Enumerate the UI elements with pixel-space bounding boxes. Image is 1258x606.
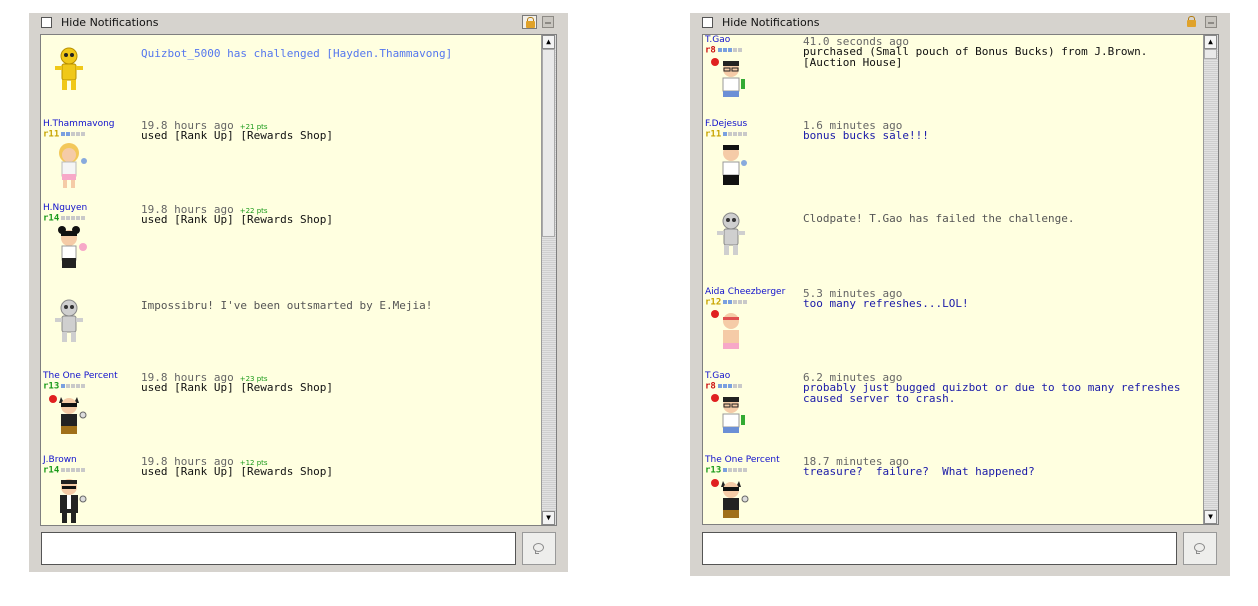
send-button[interactable] xyxy=(1183,532,1217,565)
scroll-up-arrow-icon[interactable]: ▲ xyxy=(1204,35,1217,49)
rank-badge: r13 xyxy=(43,381,86,392)
message-body: probably just bugged quizbot or due to t… xyxy=(803,381,1181,405)
feed-scrollbar[interactable]: ▲ ▼ xyxy=(1203,35,1218,524)
message-body: too many refreshes...LOL! xyxy=(803,297,969,310)
panel-topbar: Hide Notifications xyxy=(29,13,568,35)
message-body: used [Rank Up] [Rewards Shop] xyxy=(141,129,334,142)
lock-icon[interactable] xyxy=(1184,15,1199,29)
yellow-robot-avatar xyxy=(55,47,83,90)
username-link[interactable]: Aida Cheezberger xyxy=(705,287,785,297)
glasses-person-avatar xyxy=(711,58,745,97)
message-body: treasure? failure? What happened? xyxy=(803,465,1035,478)
list-item: J.Brown r14 19.8 hours ago +12 pts used [… xyxy=(43,455,538,525)
masked-cat-avatar xyxy=(49,395,87,434)
lock-icon[interactable] xyxy=(522,15,537,29)
list-item: The One Percent r13 19.8 hours ago +23 pt… xyxy=(43,371,538,455)
message-body: bonus bucks sale!!! xyxy=(803,129,929,142)
list-item: Quizbot_5000 has challenged [Hayden.Tham… xyxy=(43,38,538,122)
list-item: H.Nguyen r14 19.8 hours ago +22 pts used … xyxy=(43,203,538,287)
message-body: Clodpate! T.Gao has failed the challenge… xyxy=(803,212,1075,225)
username-link[interactable]: J.Brown xyxy=(43,455,77,465)
feed-scrollbar[interactable]: ▲ ▼ xyxy=(541,35,556,525)
message-body: used [Rank Up] [Rewards Shop] xyxy=(141,213,334,226)
username-link[interactable]: The One Percent xyxy=(43,371,118,381)
rank-badge: r11 xyxy=(43,129,86,140)
rank-badge: r11 xyxy=(705,129,748,140)
list-item: Impossibru! I've been outsmarted by E.Me… xyxy=(43,290,538,374)
notification-panel-right: Hide Notifications T.Gao r8 41.0 seconds… xyxy=(690,13,1230,576)
message-input[interactable] xyxy=(702,532,1177,565)
username-link[interactable]: The One Percent xyxy=(705,455,780,465)
message-body: purchased (Small pouch of Bonus Bucks) f… xyxy=(803,45,1148,69)
hide-notifications-checkbox[interactable] xyxy=(702,17,713,28)
username-link[interactable]: H.Thammavong xyxy=(43,119,115,129)
notification-panel-left: Hide Notifications Quizbot_5000 has chal… xyxy=(29,13,568,572)
rank-badge: r8 xyxy=(705,45,743,56)
hide-notifications-checkbox[interactable] xyxy=(41,17,52,28)
list-item: H.Thammavong r11 19.8 hours ago +21 pts u… xyxy=(43,119,538,203)
minimize-button[interactable] xyxy=(542,16,554,28)
message-body: Quizbot_5000 has challenged [Hayden.Tham… xyxy=(141,47,453,60)
suited-man-avatar xyxy=(60,479,87,523)
hide-notifications-label[interactable]: Hide Notifications xyxy=(722,16,819,29)
chat-bubble-icon xyxy=(1194,543,1205,554)
rank-badge: r14 xyxy=(43,213,86,224)
headband-kid-avatar xyxy=(711,310,739,349)
notification-feed[interactable]: Quizbot_5000 has challenged [Hayden.Tham… xyxy=(40,34,557,526)
username-link[interactable]: F.Dejesus xyxy=(705,119,747,129)
message-body: used [Rank Up] [Rewards Shop] xyxy=(141,381,334,394)
scrollbar-thumb[interactable] xyxy=(542,49,555,237)
send-button[interactable] xyxy=(522,532,556,565)
scroll-down-arrow-icon[interactable]: ▼ xyxy=(542,511,555,525)
list-item: T.Gao r8 6.2 minutes ago probably just b… xyxy=(705,371,1200,455)
bun-hair-person-avatar xyxy=(58,226,87,268)
minimize-button[interactable] xyxy=(1205,16,1217,28)
list-item: The One Percent r13 18.7 minutes ago tre… xyxy=(705,455,1200,524)
list-item: Clodpate! T.Gao has failed the challenge… xyxy=(705,203,1200,287)
dark-hair-person-avatar xyxy=(722,145,747,185)
message-body: used [Rank Up] [Rewards Shop] xyxy=(141,465,334,478)
username-link[interactable]: T.Gao xyxy=(705,35,730,45)
chat-bubble-icon xyxy=(533,543,544,554)
rank-badge: r8 xyxy=(705,381,743,392)
list-item: T.Gao r8 41.0 seconds ago purchased (Sma… xyxy=(705,35,1200,119)
message-input[interactable] xyxy=(41,532,516,565)
list-item: F.Dejesus r11 1.6 minutes ago bonus buck… xyxy=(705,119,1200,203)
masked-cat-avatar xyxy=(711,479,749,518)
hide-notifications-label[interactable]: Hide Notifications xyxy=(61,16,158,29)
panel-topbar: Hide Notifications xyxy=(690,13,1230,35)
scroll-down-arrow-icon[interactable]: ▼ xyxy=(1204,510,1217,524)
rank-badge: r12 xyxy=(705,297,748,308)
username-link[interactable]: H.Nguyen xyxy=(43,203,87,213)
gray-robot-avatar xyxy=(717,212,745,255)
username-link[interactable]: T.Gao xyxy=(705,371,730,381)
message-body: Impossibru! I've been outsmarted by E.Me… xyxy=(141,299,433,312)
list-item: Aida Cheezberger r12 5.3 minutes ago too… xyxy=(705,287,1200,371)
rank-badge: r13 xyxy=(705,465,748,476)
gray-robot-avatar xyxy=(55,299,83,342)
glasses-person-avatar xyxy=(711,394,745,433)
scroll-up-arrow-icon[interactable]: ▲ xyxy=(542,35,555,49)
rank-badge: r14 xyxy=(43,465,86,476)
notification-feed[interactable]: T.Gao r8 41.0 seconds ago purchased (Sma… xyxy=(702,34,1219,525)
scrollbar-thumb[interactable] xyxy=(1204,49,1217,59)
blonde-girl-avatar xyxy=(59,143,87,188)
